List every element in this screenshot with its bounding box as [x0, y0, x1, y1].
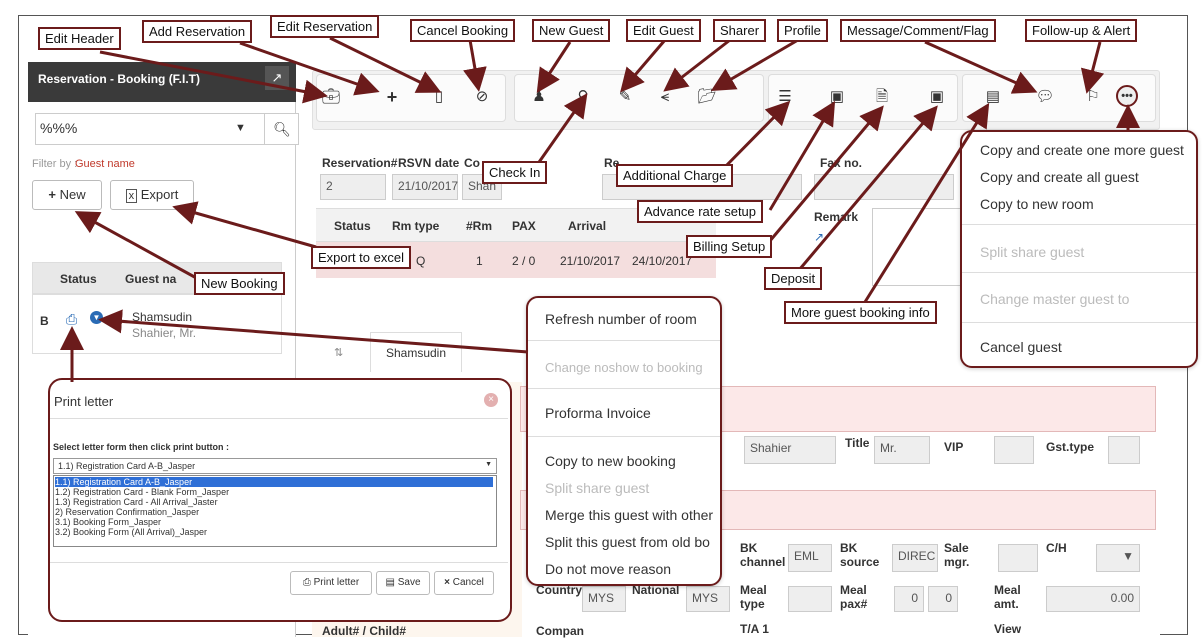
callout-edit-guest: Edit Guest [626, 19, 701, 42]
callout-cancel-booking: Cancel Booking [410, 19, 516, 42]
callout-additional-charge: Additional Charge [616, 164, 734, 187]
callout-billing-setup: Billing Setup [686, 235, 773, 258]
callout-more-guest-info: More guest booking info [784, 301, 937, 324]
callout-export-excel: Export to excel [311, 246, 411, 269]
callout-edit-reservation: Edit Reservation [270, 15, 380, 38]
callout-check-in: Check In [482, 161, 548, 184]
callout-add-reservation: Add Reservation [142, 20, 253, 43]
callout-edit-header: Edit Header [38, 27, 121, 50]
callout-deposit: Deposit [764, 267, 823, 290]
callout-advance-rate: Advance rate setup [637, 200, 764, 223]
callout-new-guest: New Guest [532, 19, 611, 42]
callout-sharer: Sharer [713, 19, 767, 42]
callout-followup-alert: Follow-up & Alert [1025, 19, 1138, 42]
callout-profile: Profile [777, 19, 828, 42]
callout-new-booking: New Booking [194, 272, 285, 295]
annotation-arrows [60, 36, 1140, 382]
callout-message-comment-flag: Message/Comment/Flag [840, 19, 996, 42]
